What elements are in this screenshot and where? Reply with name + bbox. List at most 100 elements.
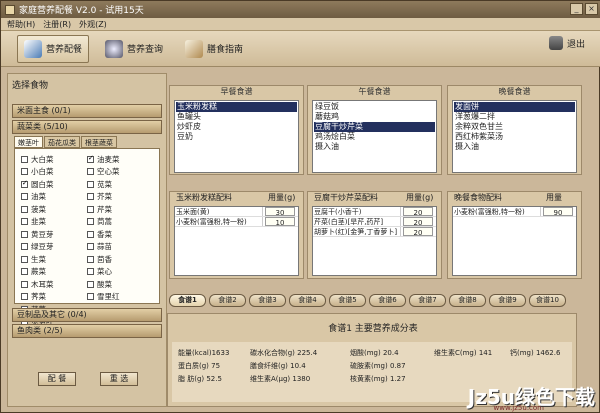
checkbox-icon[interactable] (87, 243, 94, 251)
food-checkbox-item[interactable]: 香菜 (87, 228, 147, 241)
food-checkbox-item[interactable]: 蒜苗 (87, 241, 147, 254)
food-checkbox-item[interactable]: 茴香 (87, 253, 147, 266)
checkbox-icon[interactable] (21, 268, 28, 276)
checkbox-icon[interactable] (87, 180, 94, 188)
subtab-gourds[interactable]: 茄花瓜类 (44, 136, 80, 148)
close-button[interactable]: × (585, 3, 598, 15)
nutrition-query-button[interactable]: 营养查询 (99, 35, 169, 63)
diet-guide-button[interactable]: 膳食指南 (179, 35, 249, 63)
qty-input[interactable]: 30 (265, 207, 295, 217)
recipe-tab[interactable]: 食谱4 (289, 294, 326, 307)
checkbox-icon[interactable] (21, 255, 28, 263)
menu-appearance[interactable]: 外观(Z) (79, 19, 107, 30)
plan-button[interactable]: 配 餐 (38, 372, 76, 386)
checkbox-icon[interactable] (87, 193, 94, 201)
food-checkbox-item[interactable]: 芹菜 (87, 203, 147, 216)
meal-list-item[interactable]: 摄入油 (314, 142, 435, 152)
food-checkbox-item[interactable]: 菠菜 (21, 203, 81, 216)
checkbox-icon[interactable] (21, 293, 28, 301)
qty-input[interactable]: 20 (403, 227, 433, 237)
recipe-tab[interactable]: 食谱8 (449, 294, 486, 307)
food-checkbox-item[interactable]: 圆白菜 (21, 178, 81, 191)
checkbox-icon[interactable] (87, 205, 94, 213)
meal-list-item[interactable]: 西红柿紫菜汤 (454, 132, 575, 142)
category-staple[interactable]: 米面主食 (0/1) (12, 104, 162, 118)
qty-input[interactable]: 20 (403, 207, 433, 217)
meal-list[interactable]: 玉米粉发糕 鱼罐头 炒虾皮 豆奶 (174, 100, 299, 173)
checkbox-icon[interactable] (87, 218, 94, 226)
food-checkbox-item[interactable]: 油菜 (21, 191, 81, 204)
checkbox-icon[interactable] (21, 155, 28, 163)
checkbox-icon[interactable] (87, 255, 94, 263)
food-checkbox-item[interactable]: 木耳菜 (21, 278, 81, 291)
checkbox-icon[interactable] (87, 154, 94, 163)
category-fish-meat[interactable]: 鱼肉类 (2/5) (12, 324, 162, 338)
meal-list-item[interactable]: 炒虾皮 (176, 122, 297, 132)
food-checkbox-item[interactable]: 酸菜 (87, 278, 147, 291)
meal-list-item[interactable]: 豆奶 (176, 132, 297, 142)
checkbox-icon[interactable] (21, 193, 28, 201)
meal-list-item[interactable]: 玉米粉发糕 (176, 102, 297, 112)
food-checkbox-item[interactable]: 油麦菜 (87, 153, 147, 166)
meal-list-item[interactable]: 绿豆饭 (314, 102, 435, 112)
food-checkbox-item[interactable]: 大白菜 (21, 153, 81, 166)
subtab-leaves[interactable]: 嫩茎叶 (14, 136, 43, 148)
food-checkbox-item[interactable]: 芥菜 (87, 191, 147, 204)
menu-register[interactable]: 注册(R) (43, 19, 71, 30)
nutrition-value: 钙(mg) 1462.6 (510, 349, 561, 357)
minimize-button[interactable]: _ (570, 3, 583, 15)
food-checkbox-item[interactable]: 空心菜 (87, 166, 147, 179)
reselect-button[interactable]: 重 选 (100, 372, 138, 386)
category-vegetable[interactable]: 蔬菜类 (5/10) (12, 120, 162, 134)
food-checkbox-item[interactable]: 菜心 (87, 266, 147, 279)
recipe-tab[interactable]: 食谱7 (409, 294, 446, 307)
meal-list-item[interactable]: 鸡汤烩白菜 (314, 132, 435, 142)
recipe-tab[interactable]: 食谱1 (169, 294, 206, 307)
recipe-tab[interactable]: 食谱10 (529, 294, 566, 307)
exit-button[interactable]: 退出 (548, 36, 585, 50)
food-checkbox-item[interactable]: 荠菜 (21, 291, 81, 304)
checkbox-icon[interactable] (21, 218, 28, 226)
meal-list[interactable]: 绿豆饭 蘑菇鸡 豆腐干炒芹菜 鸡汤烩白菜 摄入油 (312, 100, 437, 173)
food-checkbox-item[interactable]: 小白菜 (21, 166, 81, 179)
checkbox-icon[interactable] (87, 268, 94, 276)
recipe-tab[interactable]: 食谱6 (369, 294, 406, 307)
checkbox-icon[interactable] (21, 179, 28, 188)
subtab-roots[interactable]: 根茎蔬菜 (81, 136, 117, 148)
food-checkbox-item[interactable]: 生菜 (21, 253, 81, 266)
food-checkbox-item[interactable]: 雪里红 (87, 291, 147, 304)
qty-input[interactable]: 90 (543, 207, 573, 217)
meal-plan-button[interactable]: 营养配餐 (17, 34, 90, 63)
meal-list-item[interactable]: 余粹双色甘兰 (454, 122, 575, 132)
checkbox-icon[interactable] (87, 168, 94, 176)
food-checkbox-item[interactable]: 苋菜 (87, 178, 147, 191)
recipe-tab[interactable]: 食谱9 (489, 294, 526, 307)
recipe-tab[interactable]: 食谱5 (329, 294, 366, 307)
category-soy[interactable]: 豆制品及其它 (0/4) (12, 308, 162, 322)
recipe-tab[interactable]: 食谱2 (209, 294, 246, 307)
recipe-tab[interactable]: 食谱3 (249, 294, 286, 307)
meal-list[interactable]: 发面饼 洋葱爆二拌 余粹双色甘兰 西红柿紫菜汤 摄入油 (452, 100, 577, 173)
food-checkbox-item[interactable]: 茼蒿 (87, 216, 147, 229)
checkbox-icon[interactable] (21, 205, 28, 213)
meal-list-item[interactable]: 蘑菇鸡 (314, 112, 435, 122)
meal-list-item[interactable]: 鱼罐头 (176, 112, 297, 122)
checkbox-icon[interactable] (21, 230, 28, 238)
qty-input[interactable]: 10 (265, 217, 295, 227)
checkbox-icon[interactable] (21, 280, 28, 288)
checkbox-icon[interactable] (87, 230, 94, 238)
food-checkbox-item[interactable]: 黄豆芽 (21, 228, 81, 241)
meal-list-item[interactable]: 摄入油 (454, 142, 575, 152)
meal-list-item[interactable]: 洋葱爆二拌 (454, 112, 575, 122)
food-checkbox-item[interactable]: 绿豆芽 (21, 241, 81, 254)
meal-list-item[interactable]: 豆腐干炒芹菜 (314, 122, 435, 132)
qty-input[interactable]: 20 (403, 217, 433, 227)
food-checkbox-item[interactable]: 韭菜 (21, 216, 81, 229)
checkbox-icon[interactable] (87, 280, 94, 288)
checkbox-icon[interactable] (21, 168, 28, 176)
food-checkbox-item[interactable]: 蕨菜 (21, 266, 81, 279)
meal-list-item[interactable]: 发面饼 (454, 102, 575, 112)
checkbox-icon[interactable] (87, 293, 94, 301)
checkbox-icon[interactable] (21, 243, 28, 251)
menu-help[interactable]: 帮助(H) (7, 19, 35, 30)
